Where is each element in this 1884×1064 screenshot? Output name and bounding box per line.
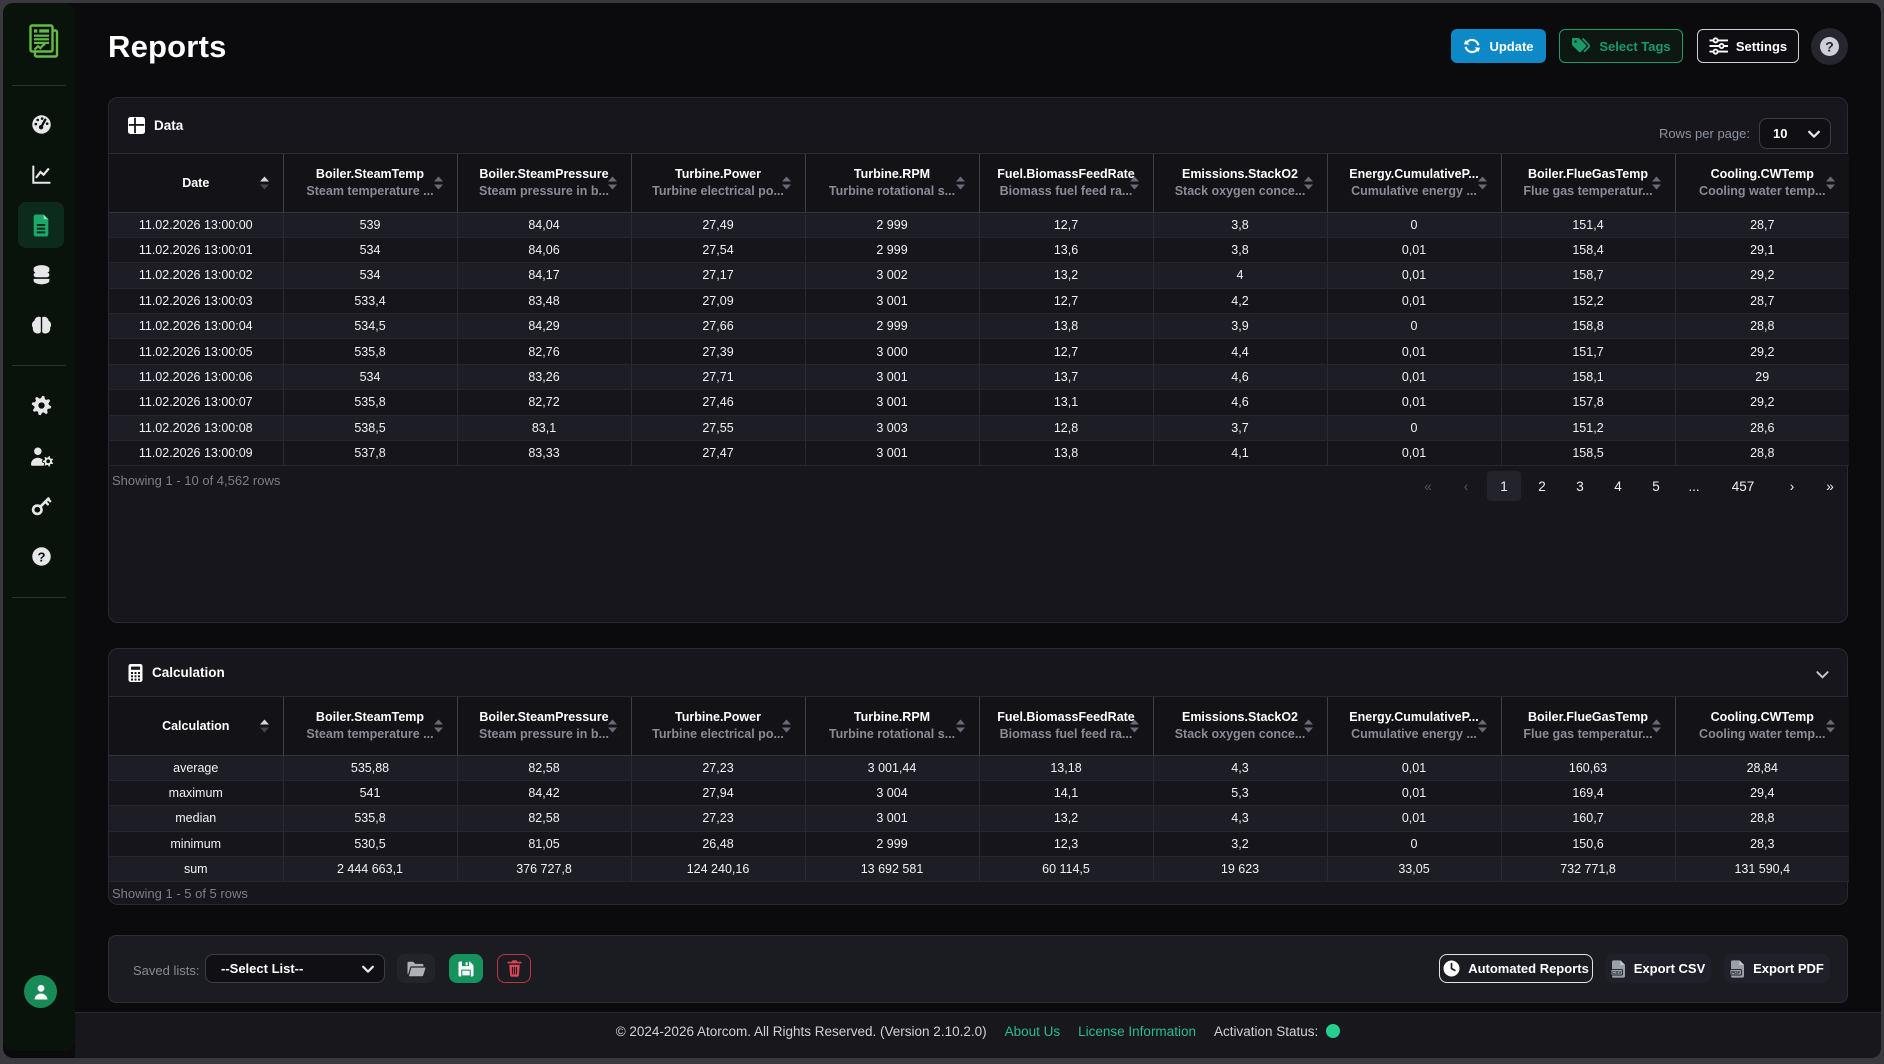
svg-text:?: ? (37, 549, 45, 564)
svg-text:CSV: CSV (1612, 969, 1622, 974)
svg-text:PDF: PDF (1731, 969, 1740, 974)
svg-text:?: ? (1825, 39, 1834, 55)
